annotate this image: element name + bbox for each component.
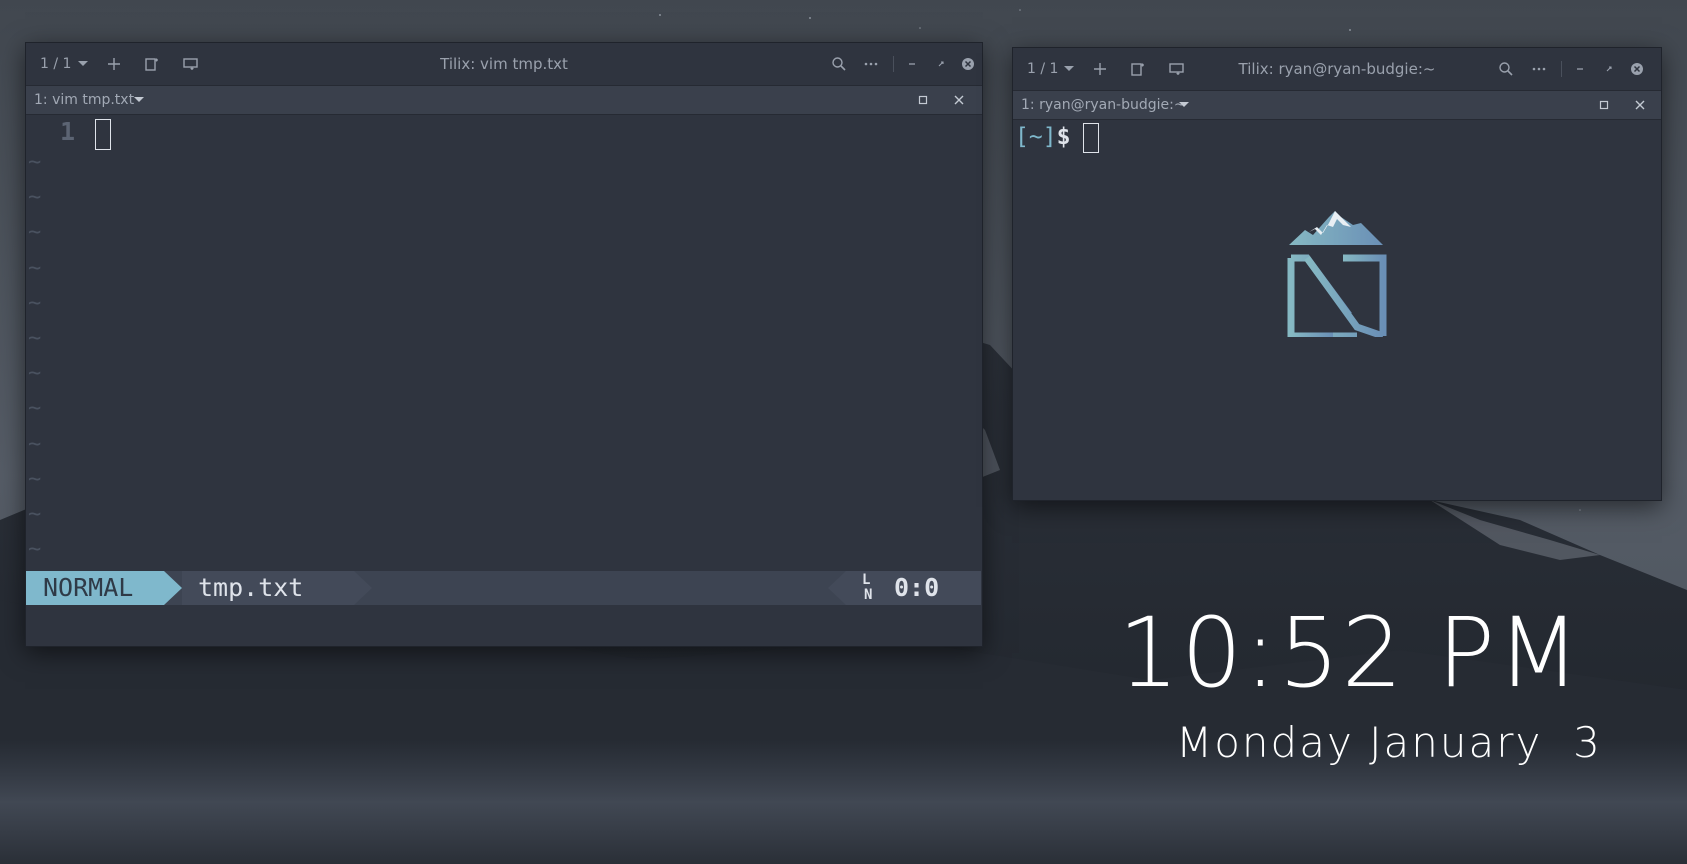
filename-arrow-icon	[354, 571, 372, 605]
square-icon[interactable]	[914, 91, 932, 109]
chevron-down-icon[interactable]	[1059, 59, 1079, 79]
position-arrow-icon	[828, 571, 846, 605]
tilde-marker: ~	[28, 290, 42, 316]
tilde-marker: ~	[28, 396, 42, 422]
split-down-icon[interactable]	[1167, 59, 1187, 79]
tilix-window-shell: 1 / 1 Tilix: ryan@ryan-budgie:~ 1: ryan@…	[1012, 47, 1662, 501]
cursor-position: 0:0	[894, 573, 940, 602]
shell-prompt: [~]$	[1015, 122, 1070, 152]
vim-mode: NORMAL	[26, 571, 164, 605]
prompt-close: ]	[1042, 124, 1057, 150]
window-title: Tilix: ryan@ryan-budgie:~	[1238, 60, 1436, 78]
prompt-dir: ~	[1028, 124, 1043, 150]
terminal-shell[interactable]: [~]$	[1013, 120, 1661, 500]
split-right-icon[interactable]	[142, 54, 162, 74]
tilde-marker: ~	[28, 150, 42, 175]
tilde-marker: ~	[28, 502, 42, 527]
chevron-down-icon[interactable]	[73, 54, 93, 74]
tilde-marker: ~	[28, 326, 42, 351]
mountain-logo-icon	[1287, 211, 1387, 337]
plus-icon[interactable]	[1090, 59, 1110, 79]
terminal-vim[interactable]: 1 ~ ~ ~ ~ ~ ~ ~ ~ ~ ~ ~ ~ NORMAL tmp.txt L N 0:0	[26, 115, 982, 646]
session-label[interactable]: 1 / 1	[1027, 48, 1058, 90]
separator	[1561, 61, 1562, 77]
close-icon[interactable]	[958, 54, 978, 74]
cursor	[1083, 123, 1099, 153]
vim-filename: tmp.txt	[198, 573, 304, 602]
prompt-symbol: $	[1056, 124, 1071, 150]
ln-indicator-bottom: N	[864, 587, 873, 603]
search-icon[interactable]	[829, 54, 849, 74]
x-icon[interactable]	[1631, 96, 1649, 114]
x-icon[interactable]	[950, 91, 968, 109]
tilix-window-vim: 1 / 1 Tilix: vim tmp.txt 1: vim tmp.txt …	[25, 42, 983, 647]
minimize-icon[interactable]	[902, 54, 922, 74]
split-right-icon[interactable]	[1128, 59, 1148, 79]
terminal-tab-bar: 1: vim tmp.txt	[26, 86, 982, 115]
titlebar: 1 / 1 Tilix: vim tmp.txt	[26, 43, 982, 86]
terminal-title[interactable]: 1: ryan@ryan-budgie:~	[1021, 91, 1186, 119]
more-icon[interactable]	[1529, 59, 1549, 79]
plus-icon[interactable]	[104, 54, 124, 74]
ln-indicator-top: L	[862, 572, 871, 588]
titlebar: 1 / 1 Tilix: ryan@ryan-budgie:~	[1013, 48, 1661, 91]
mode-arrow-icon	[164, 571, 182, 605]
tilde-marker: ~	[28, 361, 42, 387]
square-icon[interactable]	[1595, 96, 1613, 114]
tilde-marker: ~	[28, 537, 42, 563]
prompt-open: [	[1015, 124, 1029, 150]
maximize-icon[interactable]	[1599, 59, 1619, 79]
split-down-icon[interactable]	[181, 54, 201, 74]
chevron-down-icon[interactable]	[1175, 96, 1193, 114]
chevron-down-icon[interactable]	[130, 91, 148, 109]
separator	[893, 56, 894, 72]
desktop-clock-time: 10:52 PM	[1118, 597, 1582, 709]
tilde-marker: ~	[28, 431, 42, 457]
more-icon[interactable]	[861, 54, 881, 74]
desktop-clock-date: Monday January 3	[1176, 718, 1602, 767]
search-icon[interactable]	[1496, 59, 1516, 79]
tilde-marker: ~	[28, 220, 42, 246]
cursor	[95, 119, 111, 150]
terminal-title[interactable]: 1: vim tmp.txt	[34, 86, 134, 114]
tilde-marker: ~	[28, 185, 42, 211]
terminal-tab-bar: 1: ryan@ryan-budgie:~	[1013, 91, 1661, 120]
minimize-icon[interactable]	[1570, 59, 1590, 79]
close-icon[interactable]	[1627, 59, 1647, 79]
maximize-icon[interactable]	[931, 54, 951, 74]
tilde-marker: ~	[28, 466, 42, 492]
line-number: 1	[60, 117, 76, 146]
tilde-marker: ~	[28, 255, 42, 281]
session-label[interactable]: 1 / 1	[40, 43, 71, 85]
